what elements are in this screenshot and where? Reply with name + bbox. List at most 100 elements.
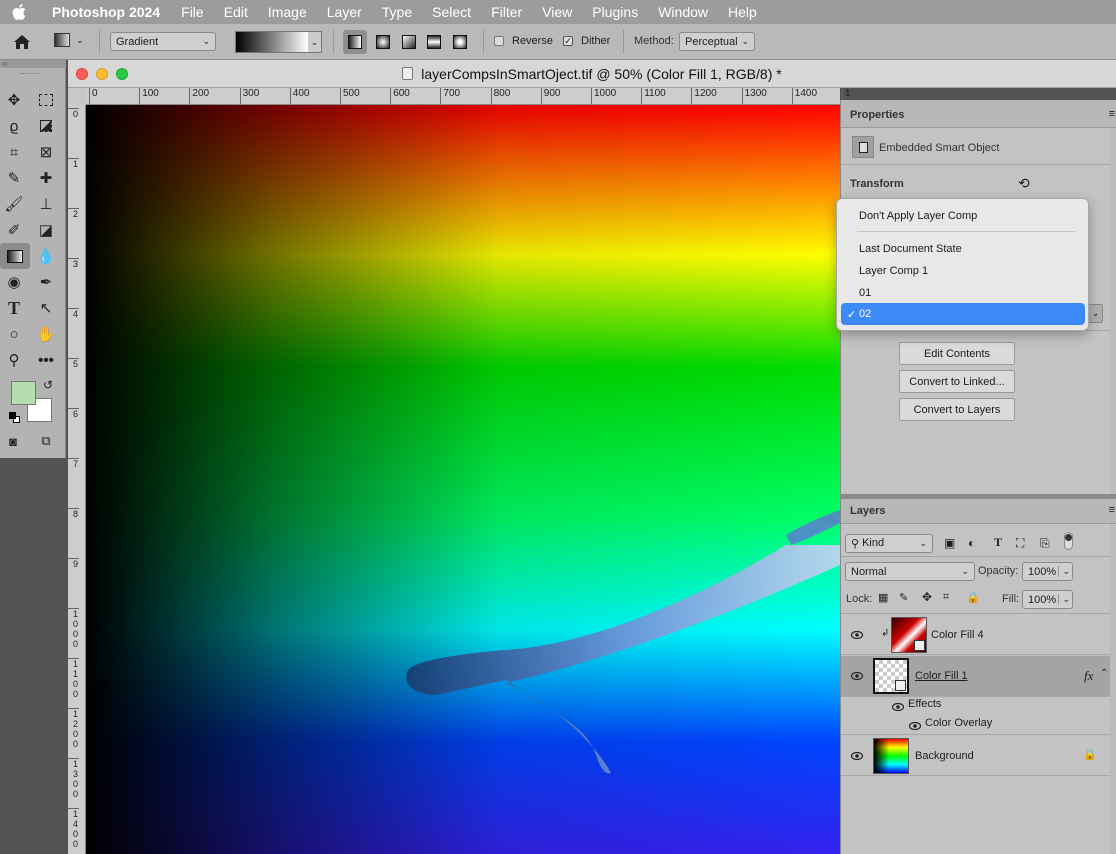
layer-comp-select[interactable]: ⌄ <box>1088 304 1103 323</box>
layer-row-color-fill-1[interactable]: Color Fill 1 fx ⌃ <box>841 656 1111 697</box>
panel-menu-icon[interactable]: ≡ <box>1109 108 1115 120</box>
foreground-color-swatch[interactable] <box>11 381 36 405</box>
gradient-picker[interactable]: ⌄ <box>235 31 322 53</box>
menu-edit[interactable]: Edit <box>214 4 258 20</box>
healing-brush-tool-icon[interactable]: ✚ <box>34 167 58 189</box>
gradient-tool-icon[interactable] <box>0 243 30 269</box>
dropdown-item-dont-apply[interactable]: Don't Apply Layer Comp <box>859 210 977 222</box>
default-colors-icon[interactable] <box>9 412 21 424</box>
menu-type[interactable]: Type <box>372 4 422 20</box>
menu-select[interactable]: Select <box>422 4 481 20</box>
lock-all-icon[interactable]: 🔒 <box>966 591 980 604</box>
path-selection-tool-icon[interactable]: ↖ <box>34 297 58 319</box>
crop-tool-icon[interactable]: ⌗ <box>2 141 26 163</box>
hand-tool-icon[interactable]: ✋ <box>34 323 58 345</box>
visibility-eye-icon[interactable] <box>908 721 922 733</box>
filter-adjustment-icon[interactable]: ◐ <box>968 536 975 550</box>
menu-file[interactable]: File <box>171 4 214 20</box>
blur-tool-icon[interactable]: 💧 <box>34 245 58 267</box>
lock-position-icon[interactable]: ✥ <box>922 590 932 604</box>
opacity-input[interactable]: 100% ⌄ <box>1022 562 1073 581</box>
eraser-tool-icon[interactable]: ◪ <box>34 219 58 241</box>
menu-view[interactable]: View <box>532 4 582 20</box>
properties-tab[interactable]: Properties <box>850 109 904 121</box>
filter-toggle[interactable] <box>1064 532 1073 550</box>
menu-app-name[interactable]: Photoshop 2024 <box>42 4 171 20</box>
move-tool-icon[interactable]: ✥ <box>2 89 26 111</box>
close-icon[interactable] <box>76 68 88 80</box>
visibility-eye-icon[interactable] <box>850 751 864 761</box>
fill-input[interactable]: 100% ⌄ <box>1022 590 1073 609</box>
marquee-tool-icon[interactable] <box>34 89 58 111</box>
menu-layer[interactable]: Layer <box>317 4 372 20</box>
quick-mask-icon[interactable]: ◙ <box>1 430 25 452</box>
preset-select[interactable]: Gradient ⌄ <box>110 32 216 51</box>
color-overlay-row[interactable]: Color Overlay <box>841 717 1111 735</box>
fx-icon[interactable]: fx <box>1084 668 1093 684</box>
collapse-effects-icon[interactable]: ⌃ <box>1100 668 1108 679</box>
properties-scrollbar[interactable] <box>1110 128 1116 494</box>
more-tools-icon[interactable]: ••• <box>34 349 58 371</box>
layer-filter-select[interactable]: ⚲ Kind ⌄ <box>845 534 933 553</box>
visibility-eye-icon[interactable] <box>850 671 864 681</box>
dodge-tool-icon[interactable]: ◉ <box>2 271 26 293</box>
dropdown-item-last-document-state[interactable]: Last Document State <box>859 243 962 255</box>
vertical-ruler[interactable]: 0 1 2 3 4 5 6 7 8 9 1000 1100 1200 1300 1400 <box>68 105 86 854</box>
dither-checkbox[interactable]: ✓ <box>563 36 573 46</box>
ellipse-tool-icon[interactable]: ○ <box>2 323 26 345</box>
dropdown-item-layer-comp-1[interactable]: Layer Comp 1 <box>859 265 928 277</box>
menu-window[interactable]: Window <box>648 4 718 20</box>
layers-tab[interactable]: Layers <box>850 505 885 517</box>
menu-plugins[interactable]: Plugins <box>582 4 648 20</box>
layer-name[interactable]: Color Fill 1 <box>915 670 968 682</box>
filter-shape-icon[interactable]: ⛶ <box>1016 536 1024 551</box>
canvas[interactable] <box>86 105 840 854</box>
radial-gradient-button[interactable] <box>371 30 395 54</box>
visibility-eye-icon[interactable] <box>891 702 905 714</box>
panel-menu-icon[interactable]: ≡ <box>1109 504 1115 516</box>
filter-smart-object-icon[interactable]: ⎘ <box>1040 536 1050 551</box>
zoom-window-icon[interactable] <box>116 68 128 80</box>
lock-image-icon[interactable]: ✎ <box>899 591 908 604</box>
lasso-tool-icon[interactable]: ϱ <box>2 115 26 137</box>
lock-artboard-icon[interactable]: ⌗ <box>943 591 949 604</box>
layers-scrollbar[interactable] <box>1110 524 1116 854</box>
frame-tool-icon[interactable]: ⊠ <box>34 141 58 163</box>
convert-to-linked-button[interactable]: Convert to Linked... <box>899 370 1015 393</box>
menu-image[interactable]: Image <box>258 4 317 20</box>
tool-preset-picker[interactable]: ⌄ <box>54 33 84 47</box>
apple-icon[interactable] <box>12 4 32 20</box>
effects-row[interactable]: Effects <box>841 698 1111 716</box>
eyedropper-tool-icon[interactable]: ✎ <box>2 167 26 189</box>
home-icon[interactable] <box>12 33 32 54</box>
reset-transform-icon[interactable]: ⟲ <box>1018 175 1030 192</box>
object-selection-tool-icon[interactable] <box>34 115 58 137</box>
clone-stamp-tool-icon[interactable]: ⊥ <box>34 193 58 215</box>
menu-help[interactable]: Help <box>718 4 767 20</box>
screen-mode-icon[interactable]: ⧉ <box>34 430 58 452</box>
minimize-icon[interactable] <box>96 68 108 80</box>
toolbox-collapse-icon[interactable]: ‹‹ <box>0 60 66 68</box>
layer-name[interactable]: Background <box>915 750 974 762</box>
brush-tool-icon[interactable]: 🖌 <box>2 193 26 215</box>
layer-name[interactable]: Color Fill 4 <box>931 629 984 641</box>
filter-pixel-icon[interactable]: ▣ <box>944 536 955 550</box>
history-brush-tool-icon[interactable]: ✐ <box>2 219 26 241</box>
visibility-eye-icon[interactable] <box>850 630 864 640</box>
swap-colors-icon[interactable]: ↺ <box>43 378 53 392</box>
toolbox-grip[interactable] <box>20 73 40 76</box>
type-tool-icon[interactable]: T <box>2 297 26 319</box>
reflected-gradient-button[interactable] <box>422 30 446 54</box>
lock-transparent-icon[interactable]: ▦ <box>878 591 888 604</box>
layer-row-background[interactable]: Background 🔒 <box>841 736 1111 776</box>
pen-tool-icon[interactable]: ✒ <box>34 271 58 293</box>
convert-to-layers-button[interactable]: Convert to Layers <box>899 398 1015 421</box>
menu-filter[interactable]: Filter <box>481 4 532 20</box>
blend-mode-select[interactable]: Normal ⌄ <box>845 562 975 581</box>
diamond-gradient-button[interactable] <box>448 30 472 54</box>
dropdown-item-02[interactable]: ✓ 02 <box>841 303 1085 325</box>
angle-gradient-button[interactable] <box>397 30 421 54</box>
linear-gradient-button[interactable] <box>343 30 367 54</box>
horizontal-ruler[interactable]: 0 100 200 300 400 500 600 700 800 900 1000 1100 1200… <box>86 88 851 105</box>
layer-row-color-fill-4[interactable]: ↲ Color Fill 4 <box>841 615 1111 655</box>
